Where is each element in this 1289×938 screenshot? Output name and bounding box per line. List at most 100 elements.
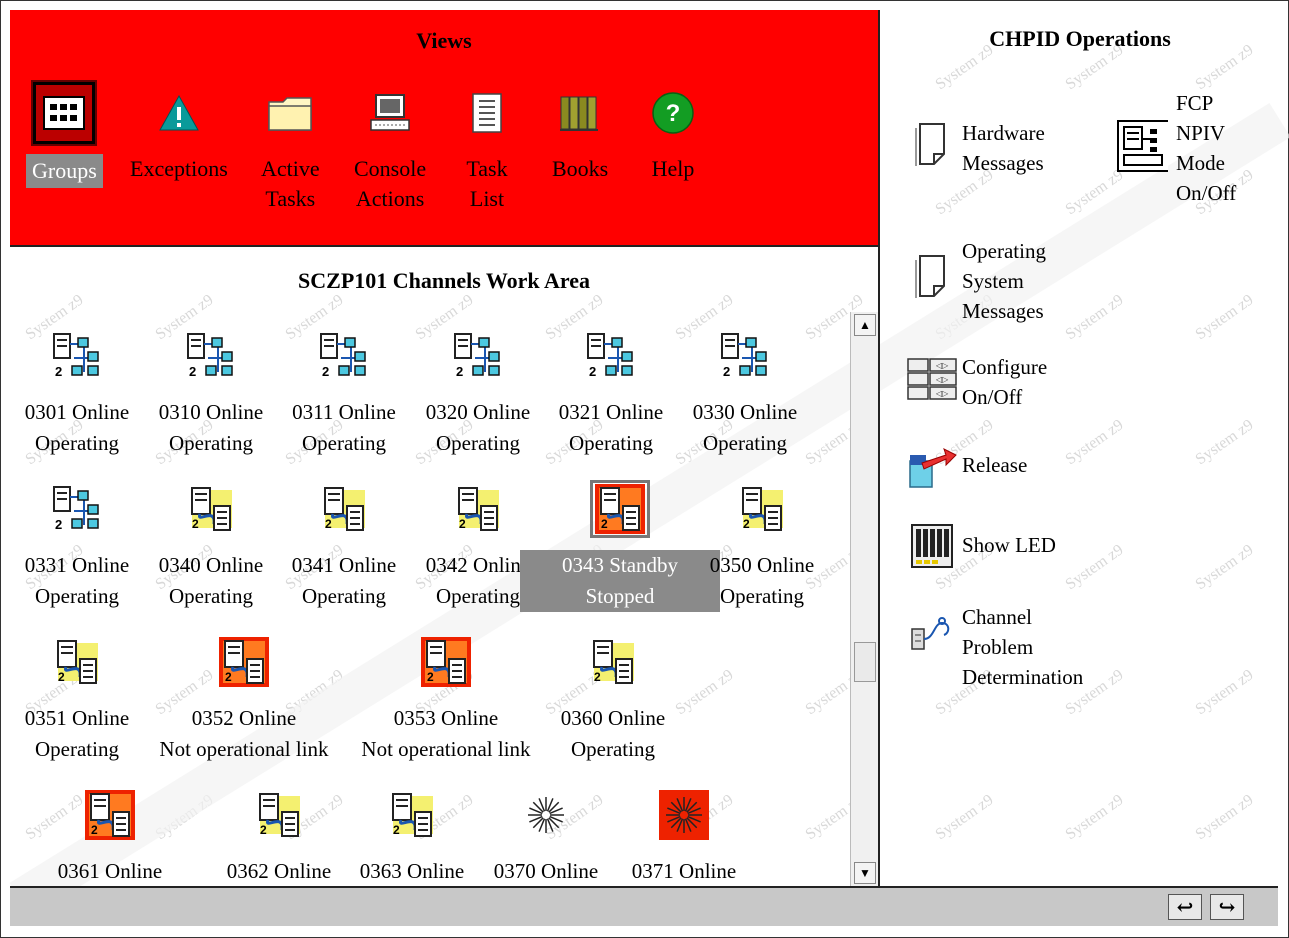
channel-star-icon xyxy=(654,786,714,844)
view-groups-label: Groups xyxy=(26,154,103,188)
svg-text:2: 2 xyxy=(55,517,62,532)
channel-status-line: 0350 Online xyxy=(709,553,815,577)
view-console-actions-label-1: Console xyxy=(354,156,427,181)
svg-text:2: 2 xyxy=(58,670,65,684)
channel-link-icon: 2 xyxy=(181,480,241,538)
channel-state-line: Operating xyxy=(720,584,804,608)
channel-network-icon: 2 xyxy=(314,327,374,385)
channel-state-line: Operating xyxy=(703,431,787,455)
op-channel-line-1: Channel xyxy=(962,605,1032,629)
view-console-actions[interactable]: Console Actions xyxy=(350,82,430,214)
message-document-icon xyxy=(906,118,958,170)
view-books[interactable]: Books xyxy=(548,82,612,184)
channel-status-line: 0352 Online xyxy=(191,706,297,730)
work-area-scrollbar[interactable]: ▲ ▼ xyxy=(850,312,878,888)
channel-star-icon xyxy=(516,786,576,844)
view-console-actions-label-2: Actions xyxy=(355,186,425,211)
panel-divider xyxy=(878,10,880,886)
view-active-tasks[interactable]: Active Tasks xyxy=(257,82,324,214)
views-title: Views xyxy=(416,28,472,53)
op-show-led[interactable]: Show LED xyxy=(906,520,1056,572)
channel-0360[interactable]: 2 0360 Online Operating xyxy=(513,633,713,765)
op-operating-system-messages[interactable]: Operating System Messages xyxy=(906,236,1046,326)
stethoscope-icon xyxy=(906,610,958,662)
scroll-down-arrow-icon[interactable]: ▼ xyxy=(854,862,876,884)
active-tasks-icon xyxy=(259,82,321,144)
svg-text:2: 2 xyxy=(456,364,463,379)
op-fcp-npiv-mode[interactable]: FCP NPIV Mode On/Off xyxy=(1116,88,1236,208)
scroll-up-arrow-icon[interactable]: ▲ xyxy=(854,314,876,336)
operations-title: CHPID Operations xyxy=(989,26,1171,51)
op-fcp-line-1: FCP xyxy=(1176,91,1214,115)
books-icon xyxy=(549,82,611,144)
op-configure-line-2: On/Off xyxy=(962,385,1023,409)
view-active-tasks-label-2: Tasks xyxy=(265,186,316,211)
configure-icon: ◁▷ ◁▷ ◁▷ xyxy=(906,352,958,404)
op-release-label: Release xyxy=(962,453,1028,477)
svg-text:2: 2 xyxy=(594,670,601,684)
channel-0330[interactable]: 2 0330 Online Operating xyxy=(645,327,845,459)
svg-text:2: 2 xyxy=(743,517,750,531)
channel-link-icon: 2 xyxy=(214,633,274,691)
channel-network-icon: 2 xyxy=(581,327,641,385)
op-os-messages-line-3: Messages xyxy=(962,299,1044,323)
op-fcp-line-4: On/Off xyxy=(1176,181,1237,205)
view-task-list-label-1: Task xyxy=(466,156,508,181)
channel-network-icon: 2 xyxy=(715,327,775,385)
channel-link-icon: 2 xyxy=(448,480,508,538)
op-release[interactable]: Release xyxy=(906,440,1027,492)
channel-0371[interactable]: 0371 Online xyxy=(584,786,784,887)
view-task-list[interactable]: Task List xyxy=(456,82,518,214)
svg-text:2: 2 xyxy=(192,517,199,531)
channel-network-icon: 2 xyxy=(448,327,508,385)
op-configure-on-off[interactable]: ◁▷ ◁▷ ◁▷ Configure On/Off xyxy=(906,352,1047,412)
view-exceptions-label: Exceptions xyxy=(130,156,228,181)
task-list-icon xyxy=(456,82,518,144)
channel-state-line: Not operational link xyxy=(159,737,329,761)
channel-link-icon: 2 xyxy=(732,480,792,538)
channel-link-icon: 2 xyxy=(80,786,140,844)
release-icon xyxy=(906,440,958,492)
svg-text:◁▷: ◁▷ xyxy=(935,375,949,384)
channel-link-icon: 2 xyxy=(47,633,107,691)
view-help[interactable]: ? Help xyxy=(642,82,704,184)
view-groups[interactable]: Groups xyxy=(26,80,103,188)
channel-link-icon: 2 xyxy=(314,480,374,538)
exceptions-icon xyxy=(148,82,210,144)
svg-text:2: 2 xyxy=(723,364,730,379)
led-icon xyxy=(906,520,958,572)
op-hardware-messages[interactable]: Hardware Messages xyxy=(906,118,1045,178)
op-fcp-line-2: NPIV xyxy=(1176,121,1226,145)
channel-link-icon: 2 xyxy=(590,480,650,538)
channel-0350[interactable]: 2 0350 Online Operating xyxy=(662,480,862,612)
console-actions-icon xyxy=(359,82,421,144)
op-fcp-line-3: Mode xyxy=(1176,151,1225,175)
op-channel-problem-determination[interactable]: Channel Problem Determination xyxy=(906,602,1083,692)
svg-text:◁▷: ◁▷ xyxy=(935,389,949,398)
channel-link-icon: 2 xyxy=(416,633,476,691)
help-icon: ? xyxy=(642,82,704,144)
svg-text:2: 2 xyxy=(393,823,400,837)
op-hardware-messages-line-2: Messages xyxy=(962,151,1044,175)
svg-text:2: 2 xyxy=(325,517,332,531)
svg-text:2: 2 xyxy=(91,823,98,837)
forward-arrow-icon[interactable]: ↪ xyxy=(1210,894,1244,920)
op-hardware-messages-line-1: Hardware xyxy=(962,121,1045,145)
op-os-messages-line-2: System xyxy=(962,269,1024,293)
channel-status-line: 0360 Online xyxy=(560,706,666,730)
status-bar: ↩ ↪ xyxy=(10,886,1278,926)
channel-network-icon: 2 xyxy=(181,327,241,385)
scroll-thumb[interactable] xyxy=(854,642,876,682)
view-books-label: Books xyxy=(552,156,609,181)
op-show-led-label: Show LED xyxy=(962,533,1056,557)
svg-text:2: 2 xyxy=(459,517,466,531)
channel-network-icon: 2 xyxy=(47,327,107,385)
back-arrow-icon[interactable]: ↩ xyxy=(1168,894,1202,920)
svg-text:2: 2 xyxy=(589,364,596,379)
op-configure-line-1: Configure xyxy=(962,355,1048,379)
views-panel: Views Groups Exceptions Active Tasks Con… xyxy=(10,10,878,247)
view-exceptions[interactable]: Exceptions xyxy=(126,82,232,184)
channel-0352[interactable]: 2 0352 Online Not operational link xyxy=(144,633,344,765)
fcp-npiv-icon xyxy=(1116,120,1168,172)
channel-link-icon: 2 xyxy=(583,633,643,691)
